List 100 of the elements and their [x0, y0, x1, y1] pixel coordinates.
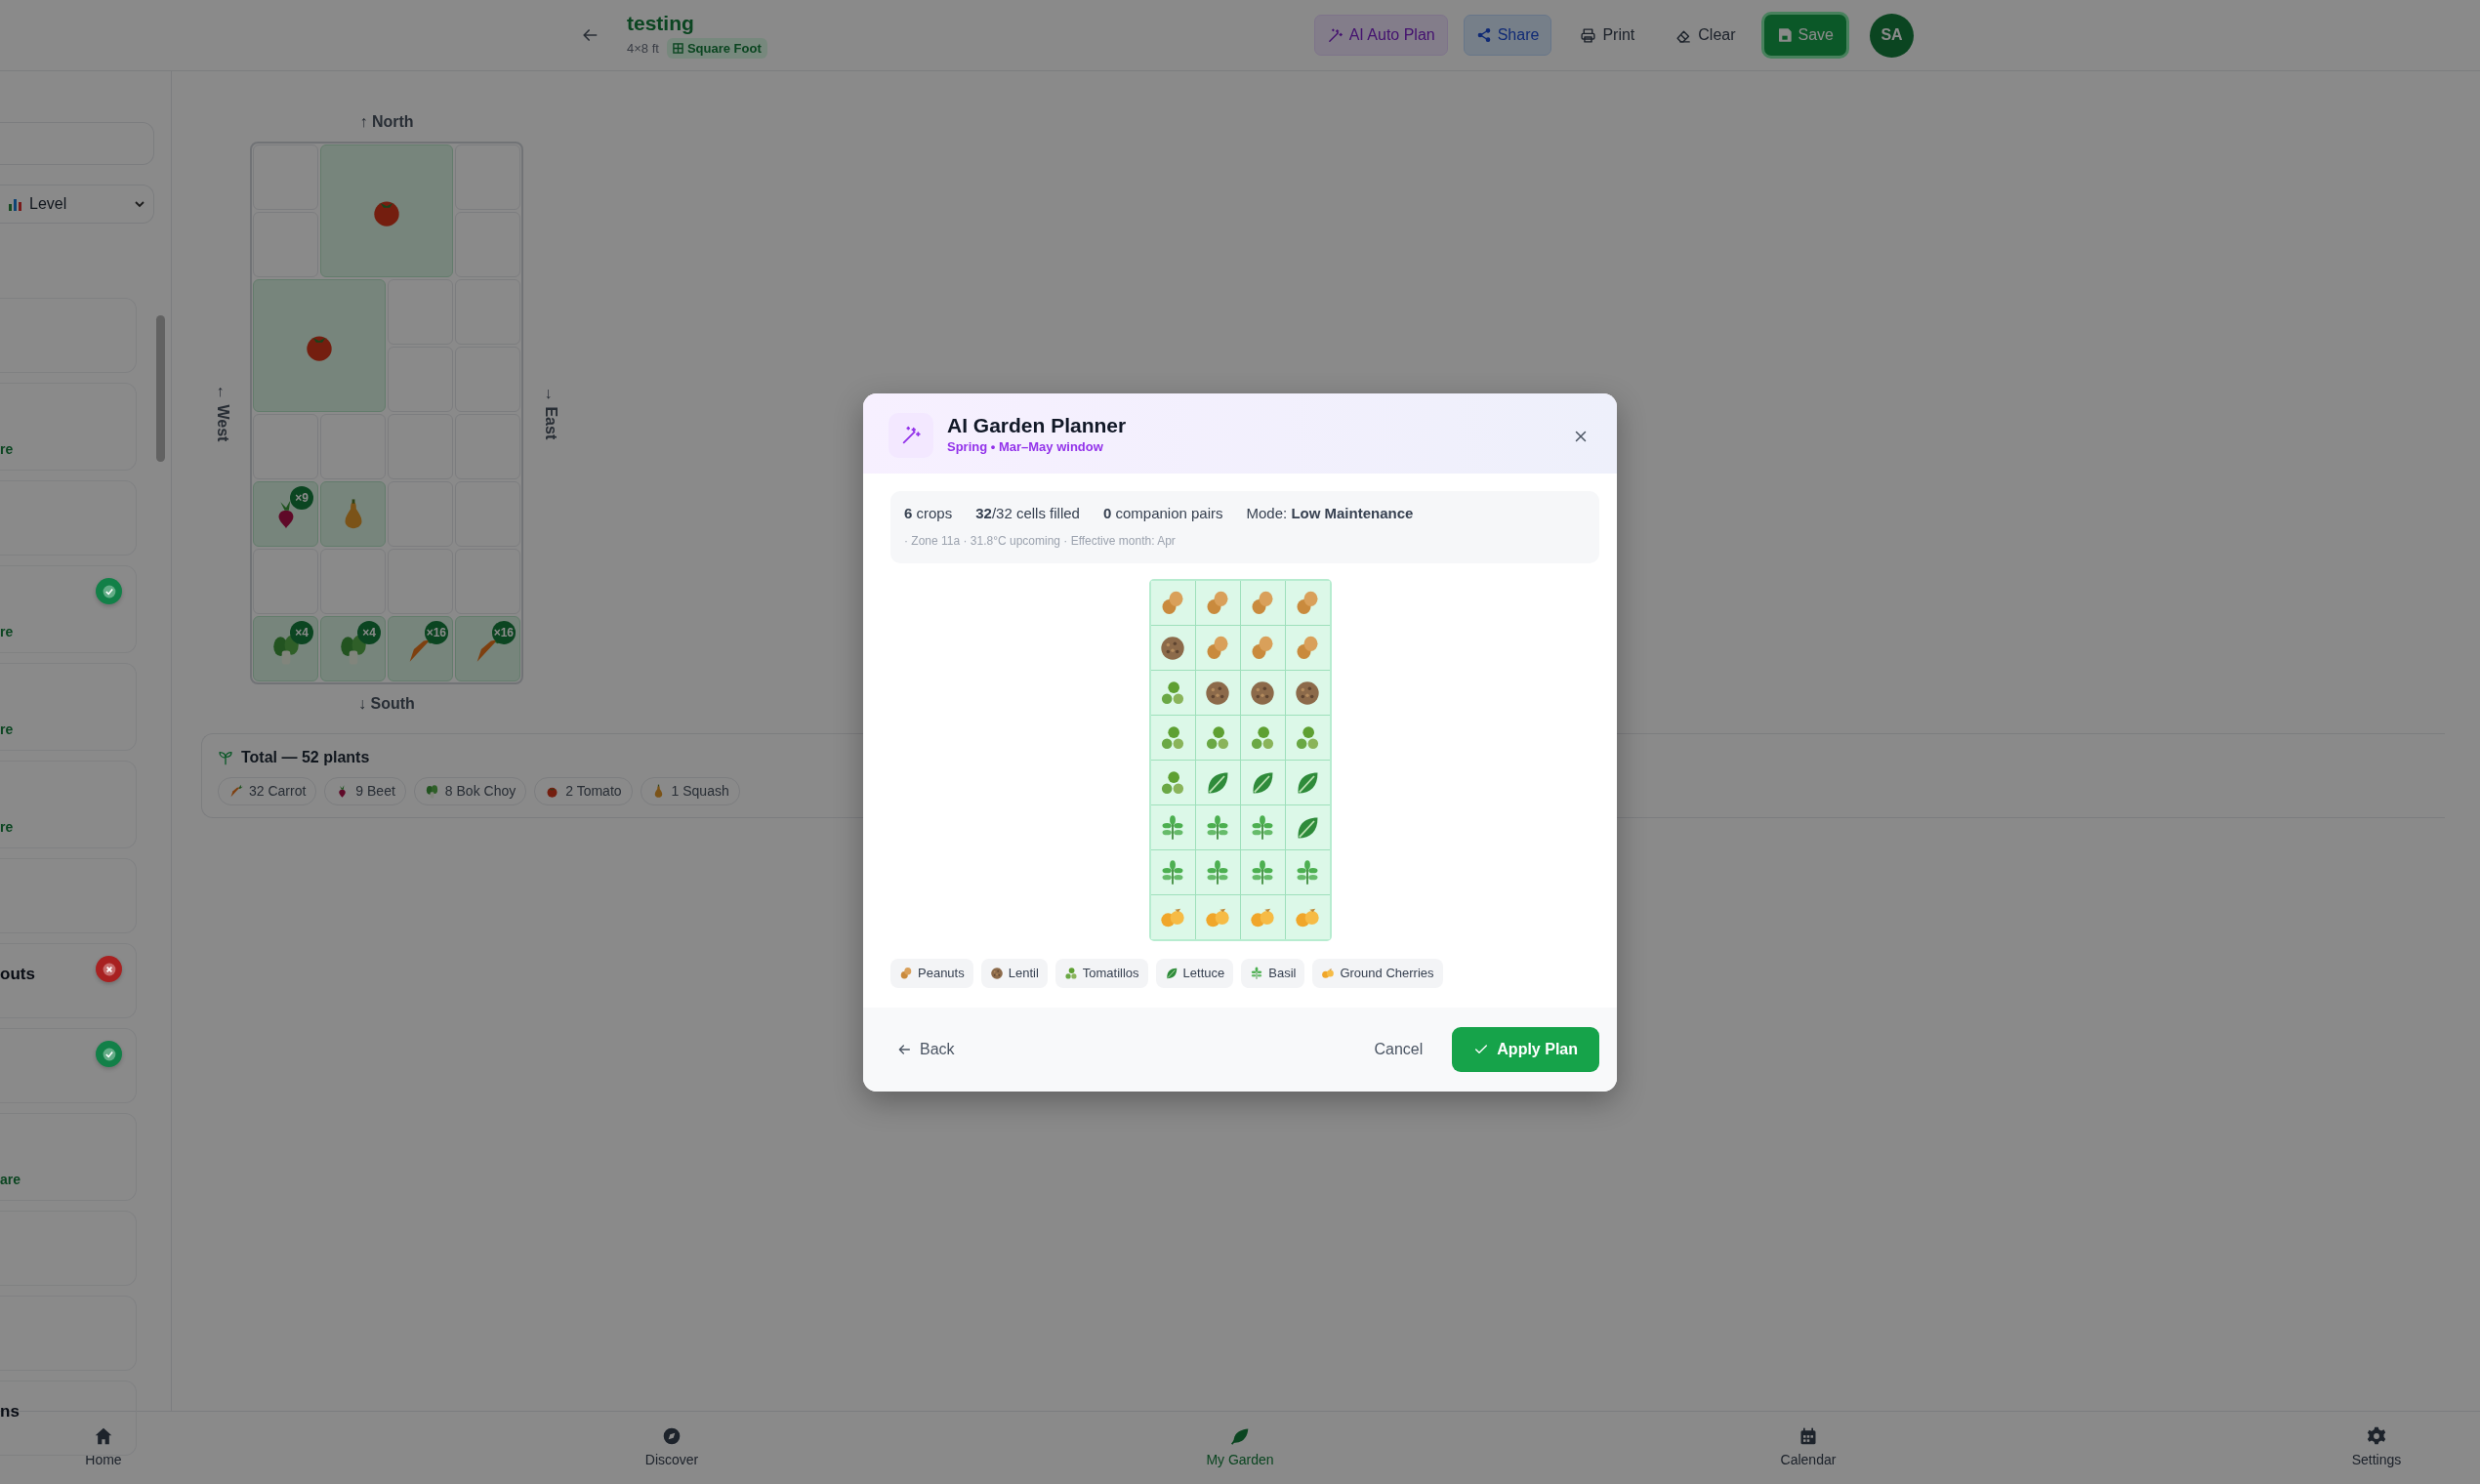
east-label: → East [542, 386, 560, 440]
plant-count: ×4 [290, 621, 313, 644]
back-button[interactable]: Back [890, 1036, 961, 1062]
plan-stat: 6 crops [904, 503, 953, 523]
apply-plan-button[interactable]: Apply Plan [1452, 1026, 1599, 1072]
nav-tab[interactable]: Settings [2328, 1412, 2425, 1484]
plant-card[interactable]: outs [0, 943, 137, 1018]
empty-cell[interactable] [455, 347, 520, 412]
plant-count: ×9 [290, 486, 313, 510]
dialog-subtitle: Spring • Mar–May window [947, 438, 1104, 457]
seed-pile-icon [1159, 634, 1186, 662]
bed-size: 4×8 ft [627, 39, 659, 58]
card-link[interactable]: re [0, 722, 14, 736]
card-link[interactable]: re [0, 442, 14, 456]
planted-cell[interactable]: ×16 [455, 616, 520, 681]
plant-count: ×16 [424, 621, 448, 644]
garden-title: testing [627, 11, 695, 34]
greens-icon [424, 784, 439, 799]
card-title: outs [0, 966, 35, 982]
planted-cell[interactable] [320, 481, 386, 547]
total-title: Total — 52 plants [241, 748, 370, 767]
planted-cell[interactable] [253, 279, 386, 412]
home-icon [94, 1425, 113, 1446]
planted-cell[interactable] [320, 144, 453, 277]
seed-pile-icon [989, 966, 1004, 980]
card-link[interactable]: re [0, 625, 14, 639]
berries-icon [1159, 768, 1186, 797]
plant-total-chip: 8 Bok Choy [413, 777, 527, 805]
magic-wand-icon [900, 424, 922, 446]
berries-icon [1159, 723, 1186, 752]
planted-cell[interactable]: ×4 [253, 616, 318, 681]
dialog-title: AI Garden Planner [947, 413, 1127, 438]
plan-note: · Zone 11a · 31.8°C upcoming · Effective month: Apr [904, 534, 1176, 548]
empty-cell[interactable] [455, 481, 520, 547]
plant-total-chip: 1 Squash [640, 777, 740, 805]
plan-stat: Mode: Low Maintenance [1246, 503, 1414, 523]
card-link[interactable]: re [0, 820, 14, 834]
cancel-button[interactable]: Cancel [1368, 1036, 1429, 1062]
crop-legend-chip: Tomatillos [1054, 959, 1148, 988]
crop-legend-chip: Lentil [980, 959, 1048, 988]
grid-icon [672, 43, 683, 55]
calendar-icon [1798, 1425, 1818, 1446]
planted-cell[interactable]: ×16 [388, 616, 453, 681]
empty-cell[interactable] [455, 212, 520, 277]
nav-tab[interactable]: My Garden [1191, 1412, 1289, 1484]
share-button[interactable]: Share [1463, 15, 1552, 56]
planted-cell[interactable]: ×9 [253, 481, 318, 547]
save-button[interactable]: Save [1763, 15, 1846, 56]
printer-icon [1580, 26, 1597, 44]
empty-cell[interactable] [253, 144, 318, 210]
print-button[interactable]: Print [1567, 15, 1648, 56]
plant-card[interactable]: re [0, 761, 137, 848]
empty-cell[interactable] [455, 549, 520, 614]
auto-plan-button[interactable]: AI Auto Plan [1313, 15, 1448, 56]
sprout-icon [218, 750, 233, 765]
user-avatar[interactable]: SA [1870, 13, 1914, 58]
peanut-icon [899, 966, 913, 980]
seed-pile-icon [1294, 679, 1321, 707]
berries-icon [1249, 723, 1276, 752]
empty-cell[interactable] [253, 212, 318, 277]
plant-card[interactable]: re [0, 383, 137, 471]
seed-pile-icon [1249, 679, 1276, 707]
plant-card[interactable] [0, 1028, 137, 1103]
card-link[interactable]: are [0, 1173, 21, 1186]
settings-icon [2367, 1425, 2386, 1446]
plant-card[interactable]: re [0, 565, 137, 653]
level-select[interactable]: Level [0, 185, 154, 224]
card-title: ns [0, 1403, 20, 1420]
empty-cell[interactable] [253, 414, 318, 479]
plant-count: ×16 [491, 621, 516, 644]
herb-icon [1250, 966, 1264, 980]
bar-chart-icon [8, 196, 23, 212]
south-label: ↓ South [358, 694, 415, 714]
plant-count: ×4 [357, 621, 381, 644]
north-label: ↑ North [359, 112, 414, 132]
scrollbar[interactable] [156, 315, 165, 462]
fruit-icon [1321, 966, 1336, 980]
plant-card[interactable]: are [0, 1113, 137, 1201]
plant-total-chip: 2 Tomato [534, 777, 633, 805]
crop-legend-chip: Peanuts [890, 959, 973, 988]
plan-stat: 0 companion pairs [1102, 503, 1223, 523]
plan-stat: 32/32 cells filled [975, 503, 1080, 523]
west-label: ← West [214, 384, 232, 442]
planted-cell[interactable]: ×4 [320, 616, 386, 681]
layout-badge: Square Foot [666, 37, 767, 60]
clear-button[interactable]: Clear [1663, 15, 1749, 56]
compass-icon [662, 1425, 682, 1446]
leaf-icon [1164, 966, 1178, 980]
crop-legend-chip: Basil [1241, 959, 1305, 988]
nav-tab[interactable]: Discover [623, 1412, 721, 1484]
plant-total-chip: 32 Carrot [218, 777, 317, 805]
nav-tab[interactable]: Calendar [1759, 1412, 1857, 1484]
berries-icon [1063, 966, 1078, 980]
plant-card[interactable]: re [0, 663, 137, 751]
empty-cell[interactable] [253, 549, 318, 614]
berries-icon [1159, 679, 1186, 707]
crop-legend-chip: Lettuce [1155, 959, 1234, 988]
empty-cell[interactable] [455, 414, 520, 479]
empty-cell[interactable] [455, 279, 520, 345]
empty-cell[interactable] [455, 144, 520, 210]
